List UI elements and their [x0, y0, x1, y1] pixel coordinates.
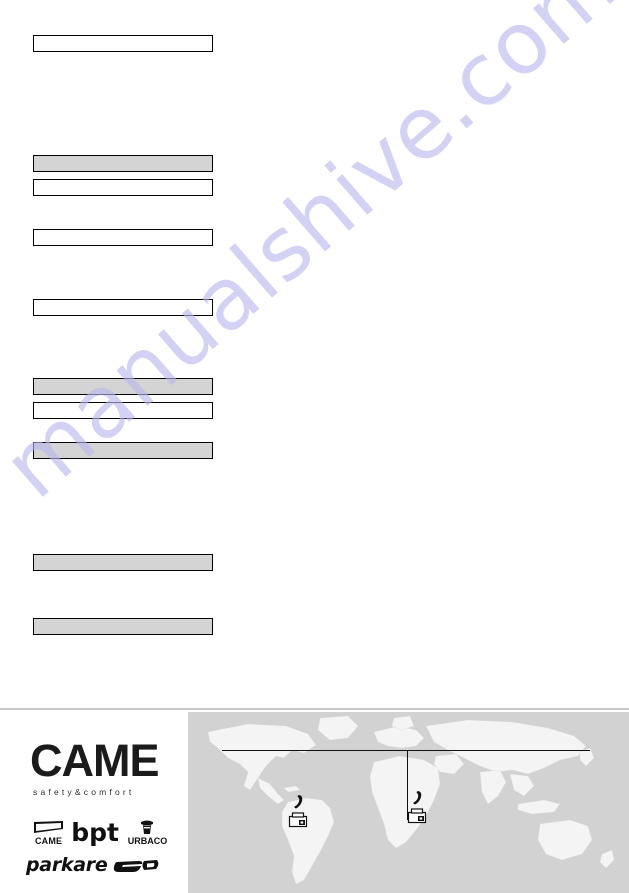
heading-box-4 [33, 229, 213, 246]
sub-brand-bpt: bpt [71, 818, 119, 847]
heading-box-7 [33, 402, 213, 419]
heading-box-3 [33, 179, 213, 196]
came-logo-wordmark: CAME [30, 735, 159, 786]
contact-block-americas [288, 794, 318, 830]
watermark-text: manualshive.com [0, 0, 629, 518]
sub-brand-came-label: CAME [34, 836, 63, 846]
heading-box-10 [33, 618, 213, 635]
map-horizontal-leader-line [222, 750, 590, 752]
footer-divider [0, 708, 629, 710]
barrier-icon [33, 820, 65, 835]
sub-brand-urbaco-label: URBACO [127, 836, 168, 846]
bollard-icon [139, 819, 155, 835]
heading-box-8 [33, 442, 213, 459]
sub-brand-go [110, 858, 162, 876]
footer: CAME safety&comfort CAME bpt URBACO park… [0, 712, 629, 893]
heading-box-1 [33, 35, 213, 52]
phone-icon [407, 790, 437, 808]
go-logo-icon [110, 858, 162, 876]
contact-block-emea [407, 790, 437, 826]
sub-brand-parkare: parkare [26, 854, 108, 876]
sub-brand-urbaco: URBACO [119, 819, 176, 846]
fax-icon [288, 812, 318, 830]
heading-box-5 [33, 299, 213, 316]
sub-brand-came: CAME [26, 820, 71, 846]
phone-icon [288, 794, 318, 812]
heading-box-6 [33, 378, 213, 395]
came-logo-tagline: safety&comfort [33, 787, 135, 797]
sub-brand-logos: CAME bpt URBACO parkare [26, 812, 176, 877]
heading-box-2 [33, 155, 213, 172]
world-map-panel [188, 712, 629, 893]
heading-box-9 [33, 554, 213, 571]
fax-icon [407, 808, 437, 826]
brand-panel: CAME safety&comfort CAME bpt URBACO park… [0, 712, 188, 893]
manual-back-cover-page: CAME safety&comfort CAME bpt URBACO park… [0, 0, 629, 893]
